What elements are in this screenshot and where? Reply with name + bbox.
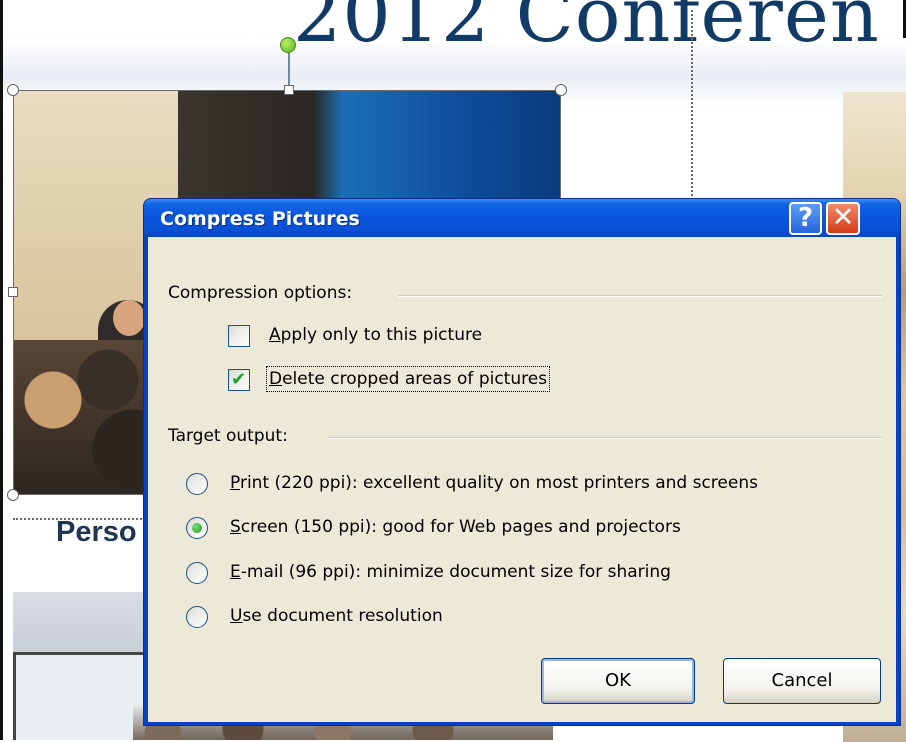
- screen-150-ppi-label[interactable]: Screen (150 ppi): good for Web pages and…: [230, 517, 681, 537]
- print-220-ppi-label[interactable]: Print (220 ppi): excellent quality on mo…: [230, 473, 758, 493]
- screen-150-ppi-radio[interactable]: [186, 517, 208, 539]
- print-220-ppi-radio[interactable]: [186, 473, 208, 495]
- resize-handle-bottom-left[interactable]: [7, 489, 19, 501]
- use-document-resolution-label[interactable]: Use document resolution: [230, 606, 443, 626]
- compression-options-label: Compression options:: [168, 283, 363, 303]
- ok-button[interactable]: OK: [541, 658, 695, 704]
- compression-group-divider: [398, 295, 882, 297]
- slide-title[interactable]: 2012 Conferen: [293, 0, 880, 59]
- use-document-resolution-radio[interactable]: [186, 606, 208, 628]
- email-96-ppi-radio[interactable]: [186, 562, 208, 584]
- dialog-titlebar[interactable]: Compress Pictures ? ✕: [144, 199, 900, 237]
- rotation-handle[interactable]: [280, 37, 296, 53]
- help-button[interactable]: ?: [789, 202, 822, 235]
- compress-pictures-dialog: Compress Pictures ? ✕ Compression option…: [143, 198, 901, 726]
- close-icon: ✕: [831, 202, 855, 233]
- checkmark-icon: ✔: [231, 369, 247, 390]
- resize-handle-top[interactable]: [284, 85, 294, 95]
- photo-projector-screen: [13, 652, 149, 740]
- email-96-ppi-label[interactable]: E-mail (96 ppi): minimize document size …: [230, 562, 671, 582]
- delete-cropped-areas-checkbox[interactable]: ✔: [228, 369, 250, 391]
- placeholder-border: [691, 10, 693, 200]
- target-output-label: Target output:: [168, 426, 298, 446]
- dialog-body: Compression options: Apply only to this …: [148, 237, 896, 722]
- radio-dot-icon: [192, 523, 202, 533]
- help-icon: ?: [797, 203, 814, 233]
- dialog-title: Compress Pictures: [160, 208, 360, 230]
- apply-only-this-picture-checkbox[interactable]: [228, 325, 250, 347]
- rotation-stem: [288, 50, 290, 88]
- slide-caption[interactable]: Perso: [56, 516, 137, 549]
- target-group-divider: [328, 437, 882, 439]
- apply-only-this-picture-label[interactable]: Apply only to this picture: [269, 325, 482, 345]
- cancel-button[interactable]: Cancel: [723, 658, 881, 704]
- photo-speaker-head: [113, 300, 145, 336]
- delete-cropped-areas-label[interactable]: Delete cropped areas of pictures: [265, 366, 551, 392]
- resize-handle-top-right[interactable]: [555, 84, 567, 96]
- close-button[interactable]: ✕: [826, 202, 860, 235]
- resize-handle-top-left[interactable]: [7, 84, 19, 96]
- resize-handle-left[interactable]: [8, 287, 18, 297]
